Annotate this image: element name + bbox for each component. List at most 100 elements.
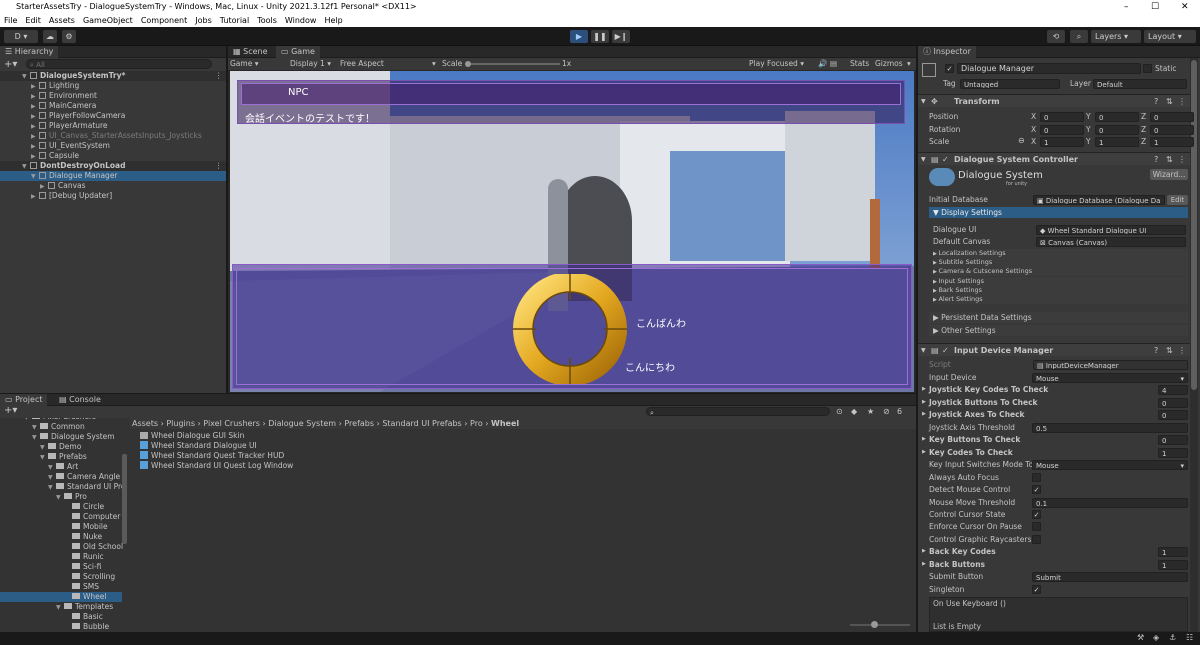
component-enabled-checkbox[interactable]: ✓	[942, 153, 949, 166]
debug-icon[interactable]: ⚒	[1137, 633, 1144, 642]
control-cursor-state-checkbox[interactable]: ✓	[1032, 509, 1041, 519]
preset-icon[interactable]: ⇅	[1166, 95, 1173, 108]
project-search-input[interactable]: ⌕	[646, 407, 830, 416]
hierarchy-item[interactable]: ▶ UI_Canvas_StarterAssetsInputs_Joysticks	[0, 131, 226, 141]
add-icon[interactable]: +▾	[4, 59, 17, 70]
joystick-key-codes-to-check-foldout-icon[interactable]: ▶	[922, 386, 926, 392]
close-button[interactable]: ✕	[1181, 0, 1189, 14]
search-icon[interactable]: ⌕	[1070, 30, 1088, 43]
settings-subsection-foldout[interactable]: ▶ Subtitle Settings	[933, 258, 1188, 268]
back-buttons-foldout-icon[interactable]: ▶	[922, 561, 926, 567]
transform-y-field[interactable]: 0	[1095, 112, 1139, 122]
menu-gameobject[interactable]: GameObject	[79, 14, 137, 27]
hierarchy-item[interactable]: ▶ Capsule	[0, 151, 226, 161]
mute-audio-icon[interactable]: 🔊	[818, 58, 827, 70]
menu-component[interactable]: Component	[137, 14, 191, 27]
item-menu-icon[interactable]: ⋮	[215, 71, 223, 81]
edit-database-button[interactable]: Edit	[1167, 195, 1188, 205]
hierarchy-item[interactable]: ▶ MainCamera	[0, 101, 226, 111]
key-codes-to-check-foldout-icon[interactable]: ▶	[922, 449, 926, 455]
transform-x-field[interactable]: 1	[1040, 137, 1084, 147]
breadcrumb-plugins[interactable]: Plugins	[166, 419, 195, 428]
project-folder-item[interactable]: ▼ Dialogue System	[0, 432, 122, 442]
step-button[interactable]: ▶❙	[612, 30, 630, 43]
tab-game[interactable]: ▭ Game	[276, 46, 320, 58]
mouse-move-threshold-field[interactable]: 0.1	[1032, 497, 1188, 508]
menu-jobs[interactable]: Jobs	[191, 14, 216, 27]
project-folder-item[interactable]: Basic	[0, 612, 122, 622]
dialogue-system-controller-header[interactable]: ▼ ▤ ✓ Dialogue System Controller ? ⇅ ⋮	[918, 152, 1190, 165]
back-buttons-count-field[interactable]: 1	[1158, 559, 1188, 570]
detect-mouse-control-checkbox[interactable]: ✓	[1032, 485, 1041, 495]
play-button[interactable]: ▶	[570, 30, 588, 43]
breadcrumb-pro[interactable]: Pro	[470, 419, 483, 428]
transform-z-field[interactable]: 0	[1150, 124, 1194, 135]
tab-console[interactable]: ▤ Console	[54, 394, 106, 406]
settings-subsection-foldout[interactable]: ▶ Camera & Cutscene Settings	[933, 267, 1188, 277]
persistent-data-settings-foldout[interactable]: ▶ Persistent Data Settings	[929, 312, 1188, 323]
settings-subsection-foldout[interactable]: ▶ Alert Settings	[933, 295, 1188, 304]
icon-size-slider[interactable]	[850, 624, 910, 626]
menu-tools[interactable]: Tools	[253, 14, 281, 27]
always-auto-focus-checkbox[interactable]	[1032, 472, 1041, 482]
menu-tutorial[interactable]: Tutorial	[216, 14, 253, 27]
scale-slider[interactable]	[466, 63, 560, 65]
joystick-buttons-to-check-count-field[interactable]: 0	[1158, 397, 1188, 408]
project-folder-item[interactable]: ▼ Pro	[0, 492, 122, 502]
hierarchy-item[interactable]: ▼ DialogueSystemTry* ⋮	[0, 71, 226, 81]
progress-icon[interactable]: ◈	[1153, 633, 1159, 642]
wizard-button[interactable]: Wizard...	[1150, 169, 1188, 180]
initial-database-field[interactable]: ▣ Dialogue Database (Dialogue Da	[1033, 195, 1165, 205]
help-icon[interactable]: ?	[1154, 153, 1158, 166]
foldout-icon[interactable]: ▶	[31, 192, 39, 202]
aspect-dropdown[interactable]: Free Aspect	[340, 58, 384, 70]
project-folder-item[interactable]: ▼ Templates	[0, 602, 122, 612]
joystick-buttons-to-check-foldout-icon[interactable]: ▶	[922, 399, 926, 405]
transform-z-field[interactable]: 1	[1150, 137, 1194, 147]
project-folder-item[interactable]: ▼ Camera Angle S	[0, 472, 127, 482]
help-icon[interactable]: ?	[1154, 95, 1158, 108]
hierarchy-item[interactable]: ▶ Environment	[0, 91, 226, 101]
joystick-key-codes-to-check-count-field[interactable]: 4	[1158, 385, 1188, 396]
menu-window[interactable]: Window	[281, 14, 321, 27]
response-option-2[interactable]: こんにちわ	[625, 359, 675, 374]
asset-item[interactable]: Wheel Standard UI Quest Log Window	[140, 461, 293, 471]
component-menu-icon[interactable]: ⋮	[1178, 153, 1186, 166]
project-folder-item[interactable]: Nuke	[0, 532, 122, 542]
key-codes-to-check-count-field[interactable]: 1	[1158, 447, 1188, 458]
frame-debugger-icon[interactable]: ▤	[830, 58, 837, 70]
hierarchy-item[interactable]: ▶ UI_EventSystem	[0, 141, 226, 151]
project-folder-item[interactable]: Bubble	[0, 622, 122, 632]
static-checkbox[interactable]	[1143, 64, 1152, 73]
settings-subsection-foldout[interactable]: ▶ Bark Settings	[933, 285, 1188, 295]
asset-item[interactable]: Wheel Dialogue GUI Skin	[140, 431, 244, 441]
key-buttons-to-check-count-field[interactable]: 0	[1158, 435, 1188, 446]
other-settings-foldout[interactable]: ▶ Other Settings	[929, 325, 1188, 336]
tag-dropdown[interactable]: Untagged	[960, 79, 1060, 89]
hierarchy-item[interactable]: ▶ PlayerArmature	[0, 121, 226, 131]
saved-search-icon[interactable]: ★	[867, 407, 874, 416]
settings-subsection-foldout[interactable]: ▶ Localization Settings	[933, 249, 1188, 258]
project-folder-item[interactable]: Circle	[0, 502, 122, 512]
breadcrumb-prefabs[interactable]: Prefabs	[344, 419, 374, 428]
project-folder-item[interactable]: Wheel	[0, 592, 122, 602]
menu-help[interactable]: Help	[320, 14, 346, 27]
project-folder-item[interactable]: ▼ Art	[0, 462, 122, 472]
breadcrumb-wheel[interactable]: Wheel	[491, 419, 519, 428]
layers-dropdown[interactable]: Layers ▾	[1091, 30, 1141, 43]
item-menu-icon[interactable]: ⋮	[215, 161, 223, 171]
help-icon[interactable]: ?	[1154, 344, 1158, 357]
component-menu-icon[interactable]: ⋮	[1178, 95, 1186, 108]
project-folder-item[interactable]: Old School	[0, 542, 123, 552]
tab-scene[interactable]: ▦ Scene	[228, 46, 273, 58]
joystick-axes-to-check-count-field[interactable]: 0	[1158, 410, 1188, 421]
active-checkbox[interactable]: ✓	[945, 64, 954, 73]
create-icon[interactable]: +▾	[4, 405, 17, 416]
transform-z-field[interactable]: 0	[1150, 112, 1194, 122]
collab-icon[interactable]: ⚙	[62, 30, 76, 43]
display-settings-foldout[interactable]: ▼ Display Settings	[929, 207, 1188, 218]
enforce-cursor-on-pause-checkbox[interactable]	[1032, 522, 1041, 532]
transform-y-field[interactable]: 0	[1095, 124, 1139, 135]
hierarchy-search-input[interactable]: ⌕ All	[26, 59, 212, 69]
icon-size-slider-handle[interactable]	[871, 621, 878, 628]
